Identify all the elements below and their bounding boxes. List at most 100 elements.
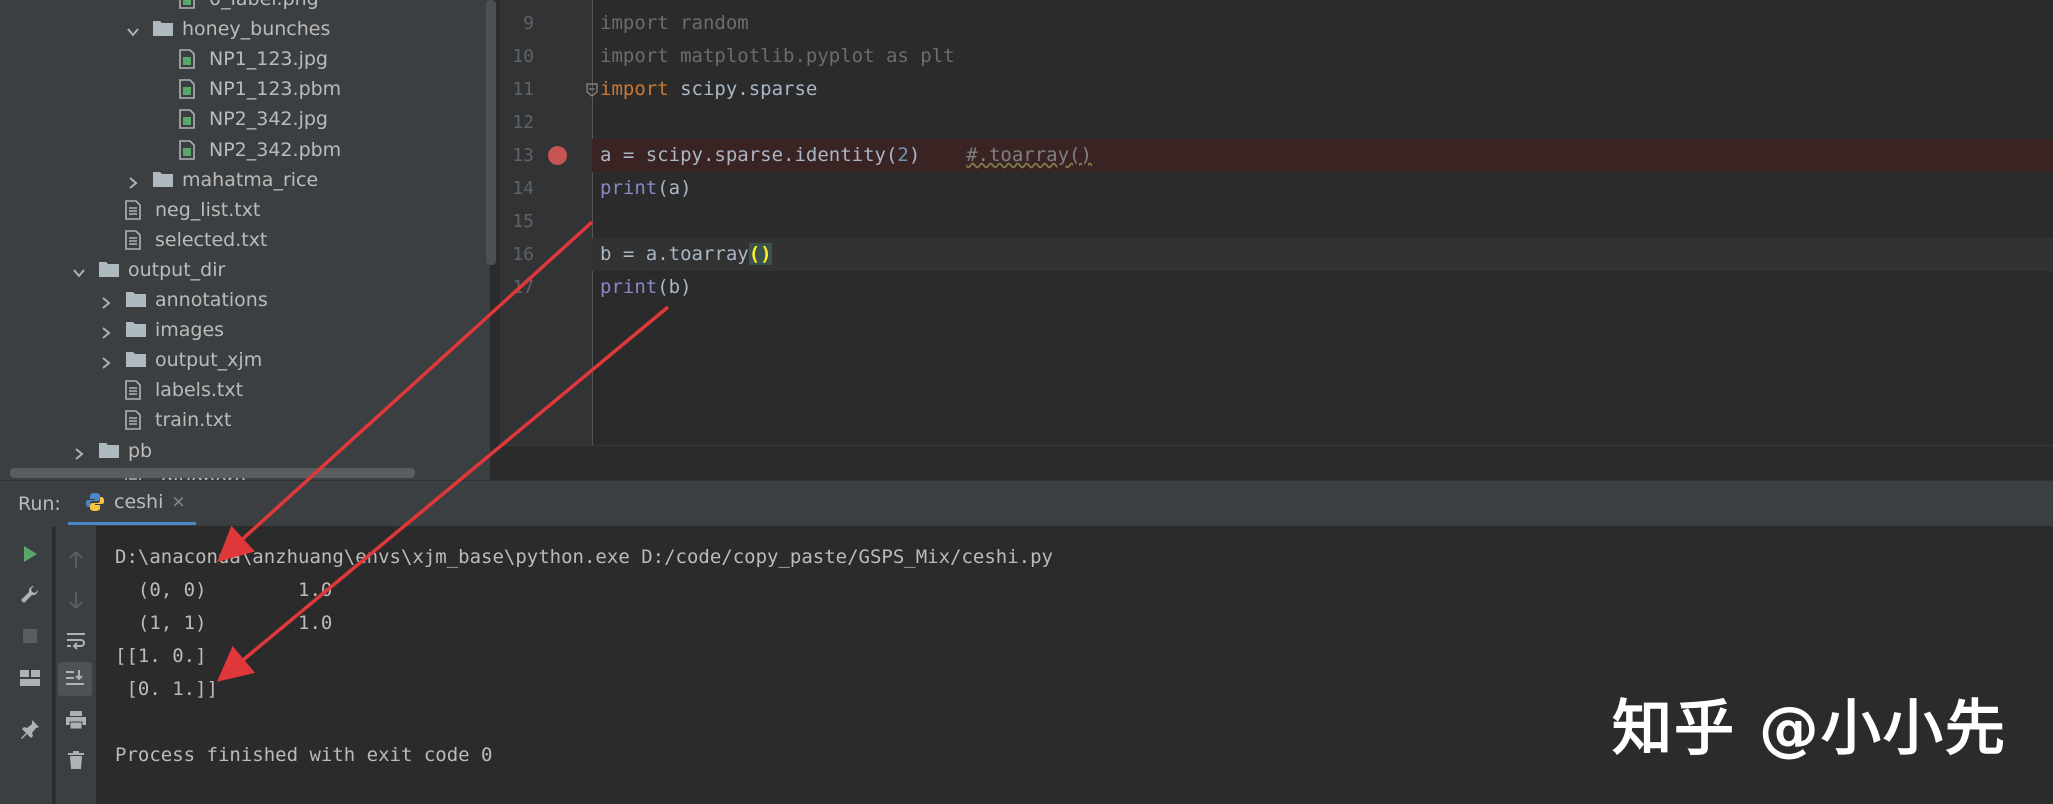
- tree-item[interactable]: labels.txt: [99, 375, 243, 405]
- tree-item[interactable]: output_dir: [72, 255, 225, 285]
- folder-icon: [125, 350, 147, 370]
- code-line-17[interactable]: print(b): [600, 271, 692, 304]
- code-line-10[interactable]: import matplotlib.pyplot as plt: [600, 40, 955, 73]
- tree-item[interactable]: annotations: [99, 285, 268, 315]
- code-line-16[interactable]: b = a.toarray(): [600, 238, 772, 271]
- code-text: (a): [657, 177, 692, 199]
- console-line: [[1. 0.]: [115, 645, 207, 667]
- project-tree-panel: 0_label.png honey_bunches NP1_123.jpg NP1_1…: [0, 0, 490, 480]
- code-text: a = scipy.sparse.identity(: [600, 144, 898, 166]
- tree-horizontal-scrollbar[interactable]: [10, 468, 415, 478]
- tree-item[interactable]: mahatma_rice: [126, 165, 318, 195]
- number-literal: 2: [897, 144, 909, 166]
- code-line-13[interactable]: a = scipy.sparse.identity(2) #.toarray(): [600, 139, 1092, 172]
- image-file-icon: [179, 79, 201, 100]
- stop-icon[interactable]: [16, 622, 44, 650]
- chevron-right-icon[interactable]: [126, 173, 140, 189]
- line-number: 9: [523, 13, 534, 34]
- text-file-icon: [125, 229, 147, 250]
- console-line: [0. 1.]]: [115, 678, 218, 700]
- tree-item[interactable]: 0_label.png: [153, 0, 319, 14]
- tree-item-label: output_dir: [128, 258, 226, 281]
- keyword: import: [600, 12, 669, 34]
- code-text: ): [908, 144, 921, 166]
- folder-icon: [125, 290, 147, 310]
- folder-icon: [152, 19, 174, 39]
- soft-wrap-icon[interactable]: [62, 626, 90, 654]
- tree-item-label: NP1_123.jpg: [209, 48, 328, 71]
- code-text: b = a.toarray: [600, 243, 749, 265]
- tree-item-label: labels.txt: [155, 379, 244, 402]
- line-number: 12: [512, 112, 534, 133]
- run-tab-ceshi[interactable]: ceshi ×: [68, 481, 196, 525]
- folder-icon: [152, 170, 174, 190]
- line-number: 14: [512, 178, 534, 199]
- image-file-icon: [179, 0, 201, 9]
- chevron-right-icon[interactable]: [99, 323, 113, 339]
- tree-item[interactable]: pb: [72, 436, 152, 466]
- tree-item[interactable]: images: [99, 315, 224, 345]
- line-number: 17: [512, 277, 534, 298]
- tree-item[interactable]: NP1_123.pbm: [153, 74, 341, 104]
- breakpoint-icon[interactable]: [548, 146, 567, 165]
- print-icon[interactable]: [62, 706, 90, 734]
- chevron-right-icon[interactable]: [99, 293, 113, 309]
- close-icon[interactable]: ×: [171, 492, 185, 512]
- chevron-down-icon[interactable]: [126, 22, 140, 37]
- tree-item[interactable]: neg_list.txt: [99, 195, 260, 225]
- scroll-to-end-icon[interactable]: [58, 662, 92, 696]
- code-line-14[interactable]: print(a): [600, 172, 692, 205]
- code-text: matplotlib.pyplot as plt: [668, 45, 955, 67]
- tree-item-label: annotations: [155, 289, 268, 311]
- trash-icon[interactable]: [62, 746, 90, 774]
- gutter-divider: [592, 0, 593, 445]
- tree-item[interactable]: NP2_342.pbm: [153, 135, 341, 165]
- console-line: (0, 0) 1.0: [115, 579, 333, 601]
- tree-item[interactable]: NP1_123.jpg: [153, 44, 328, 74]
- tree-item[interactable]: train.txt: [99, 405, 231, 435]
- layout-icon[interactable]: [16, 664, 44, 692]
- chevron-down-icon[interactable]: [72, 263, 86, 278]
- tree-item-label: output_xjm: [155, 349, 263, 372]
- tree-item-label: NP1_123.pbm: [209, 78, 342, 101]
- text-file-icon: [125, 199, 147, 220]
- run-panel-header: Run: ceshi ×: [0, 480, 2053, 527]
- pin-icon[interactable]: [16, 716, 44, 744]
- rerun-icon[interactable]: [16, 540, 44, 568]
- tree-item[interactable]: NP2_342.jpg: [153, 104, 328, 134]
- run-tab-label: ceshi: [114, 490, 164, 513]
- code-line-11[interactable]: import scipy.sparse: [600, 73, 817, 106]
- text-file-icon: [125, 380, 147, 401]
- tree-item[interactable]: honey_bunches: [126, 14, 330, 44]
- line-number: 15: [512, 211, 534, 232]
- tree-item[interactable]: output_xjm: [99, 345, 262, 375]
- code-editor[interactable]: 9 10 11 12 13 14 15 16 17 import random import m…: [500, 0, 2053, 445]
- arrow-up-icon[interactable]: [62, 546, 90, 574]
- tree-item-label: NP2_342.jpg: [209, 108, 328, 131]
- line-number: 11: [512, 79, 534, 100]
- console-line: D:\anaconda\anzhuang\envs\xjm_base\pytho…: [115, 546, 1053, 568]
- image-file-icon: [179, 109, 201, 130]
- run-toolbar-right: [55, 526, 97, 804]
- tree-vertical-scrollbar[interactable]: [486, 0, 496, 265]
- arrow-down-icon[interactable]: [62, 586, 90, 614]
- code-comment: #.toarray(): [966, 144, 1092, 166]
- tree-item-label: neg_list.txt: [155, 198, 261, 221]
- tree-item[interactable]: selected.txt: [99, 225, 267, 255]
- tree-item-label: images: [155, 319, 225, 342]
- code-line-9[interactable]: import random: [600, 7, 749, 40]
- chevron-right-icon[interactable]: [99, 353, 113, 369]
- caret-line-highlight: [592, 238, 2053, 271]
- text-file-icon: [125, 410, 147, 431]
- image-file-icon: [179, 49, 201, 69]
- fold-marker-icon[interactable]: [586, 82, 598, 97]
- run-label: Run:: [18, 493, 61, 515]
- wrench-icon[interactable]: [16, 581, 44, 609]
- chevron-right-icon[interactable]: [72, 444, 86, 460]
- watermark: 知乎 @小小先: [1612, 694, 2007, 764]
- code-text: (b): [657, 276, 692, 298]
